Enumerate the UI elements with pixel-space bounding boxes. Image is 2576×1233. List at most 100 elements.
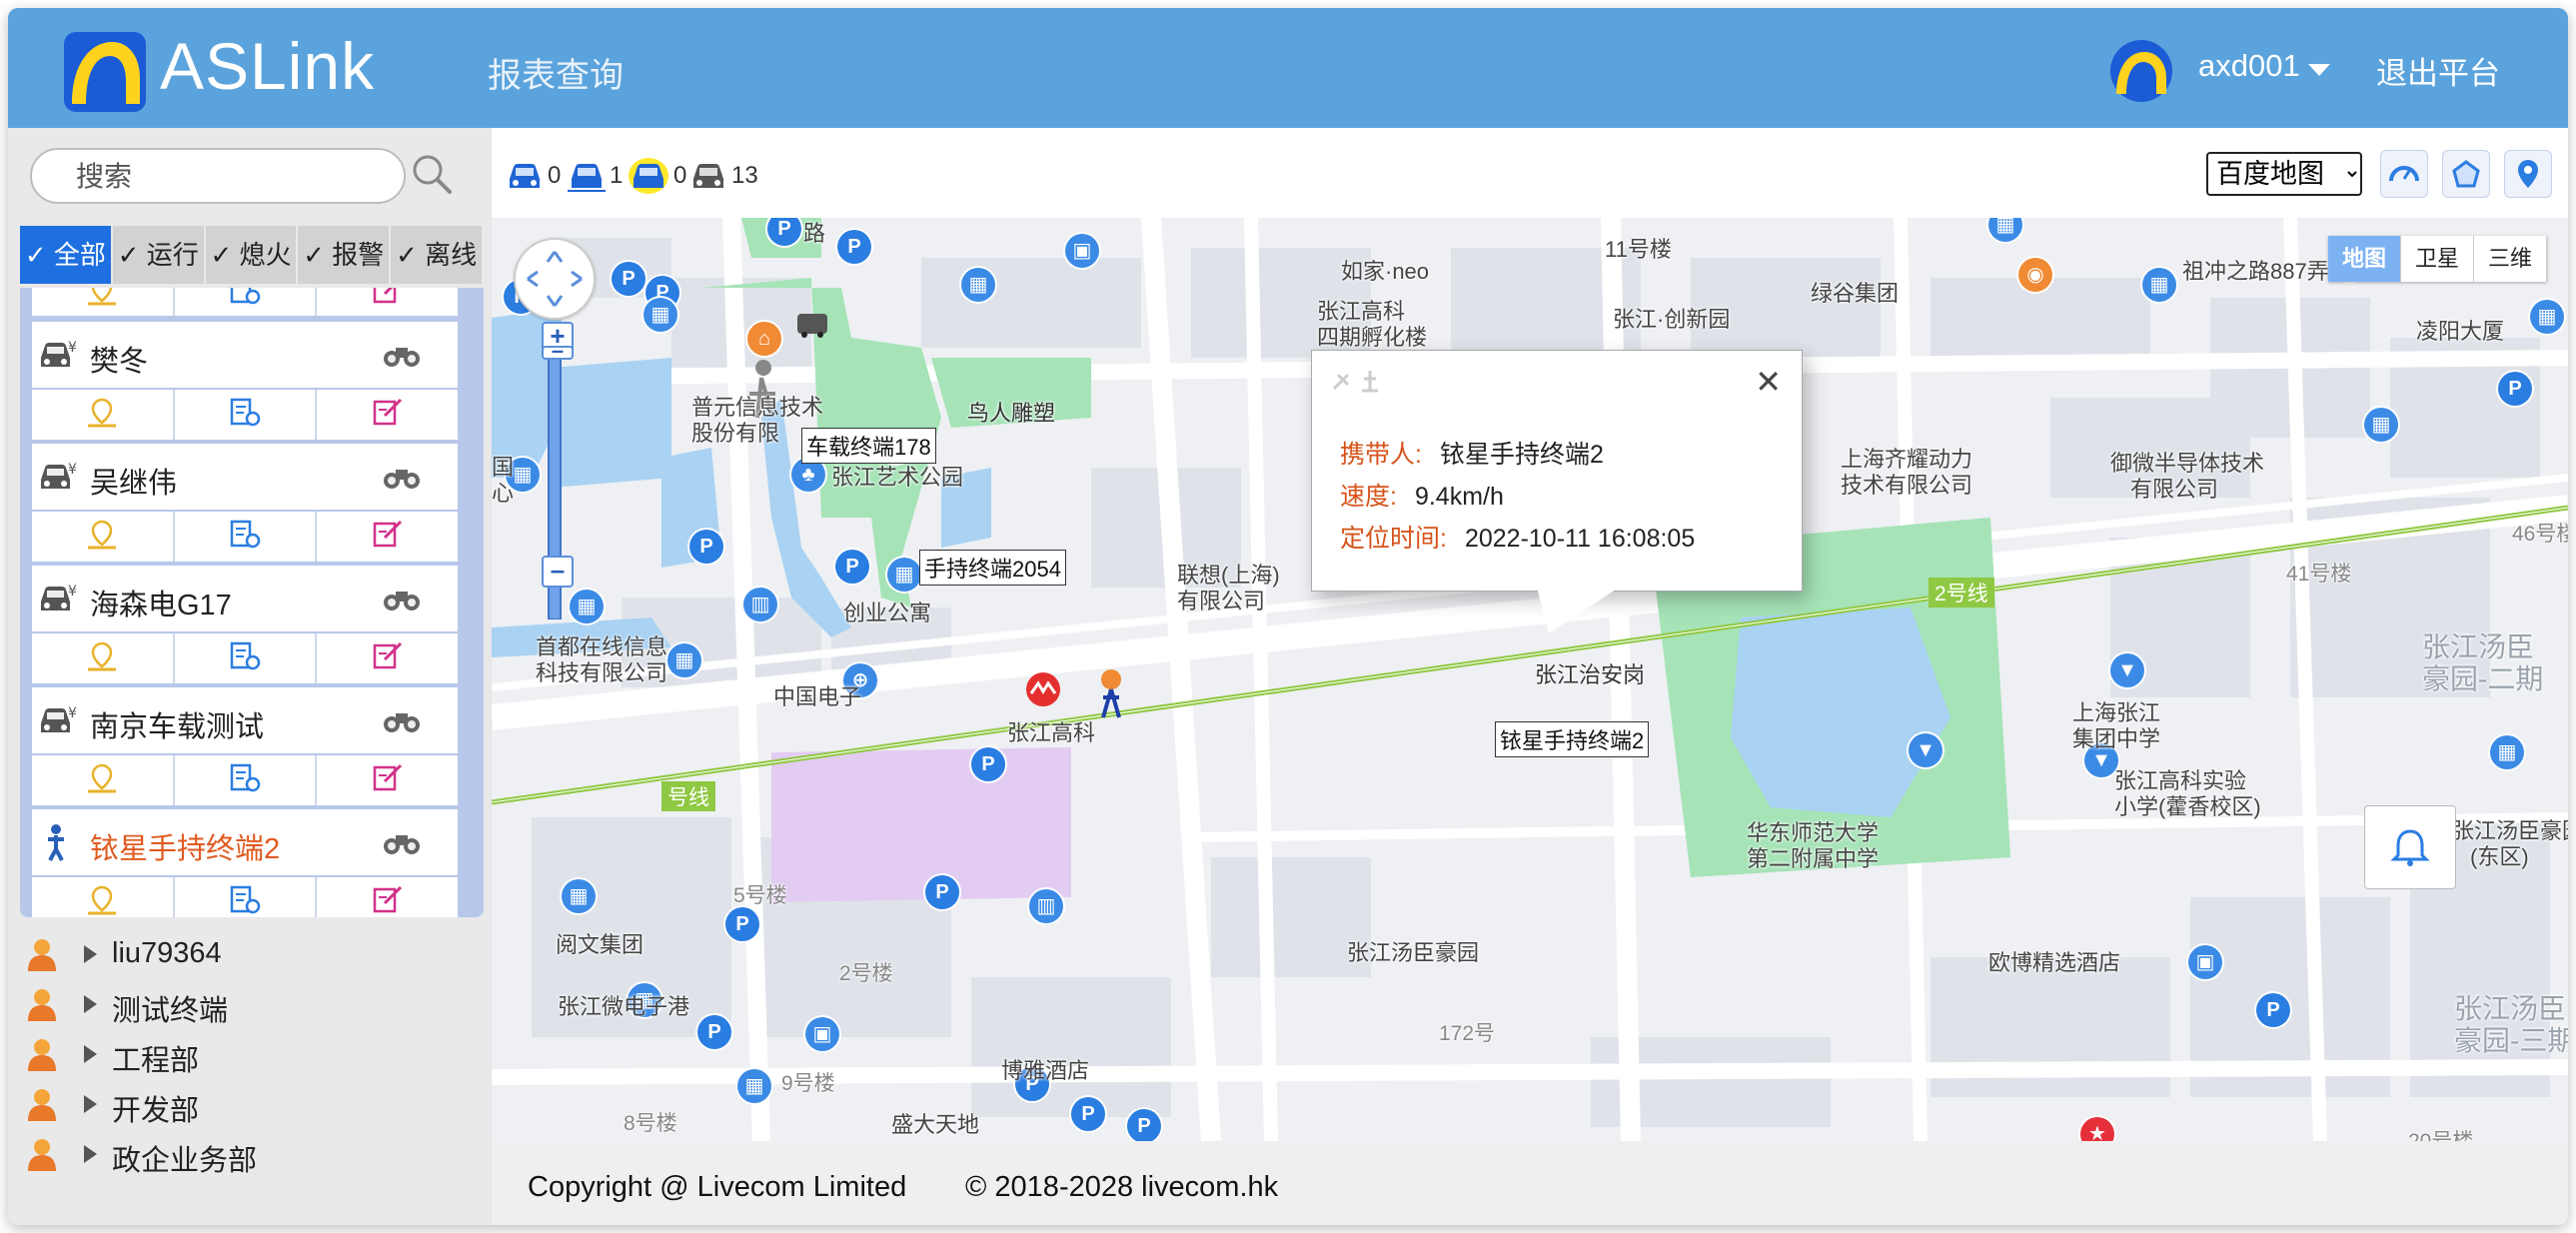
map-type-satellite[interactable]: 卫星	[2401, 236, 2474, 282]
search-icon[interactable]	[408, 150, 456, 198]
settings-action[interactable]	[175, 633, 318, 683]
notification-button[interactable]	[2364, 805, 2456, 889]
parking-icon[interactable]: P	[835, 550, 869, 584]
settings-action[interactable]	[175, 877, 318, 917]
device-row[interactable]: 铱星手持终端2	[32, 809, 458, 875]
edit-action[interactable]	[317, 633, 458, 683]
school-icon[interactable]: ▼	[2110, 653, 2144, 687]
zoom-out-button[interactable]: –	[542, 556, 574, 588]
parking-icon[interactable]: P	[612, 262, 645, 296]
locate-button[interactable]	[2504, 150, 2552, 198]
hotel-icon[interactable]: ▣	[805, 1017, 839, 1051]
hotel-icon[interactable]: ▣	[1065, 234, 1099, 268]
close-icon[interactable]: ✕	[1755, 363, 1782, 401]
svg-text:¥: ¥	[68, 584, 77, 600]
username-dropdown[interactable]: axd001	[2198, 48, 2300, 84]
device-row[interactable]: ¥ 南京车载测试	[32, 687, 458, 753]
company-icon[interactable]: ▦	[2364, 408, 2398, 442]
company-icon[interactable]: ▦	[887, 558, 921, 592]
filter-alarm[interactable]: ✓ 报警	[298, 226, 392, 284]
pan-control[interactable]	[514, 238, 596, 320]
edit-action[interactable]	[317, 755, 458, 805]
company-icon[interactable]: ▦	[644, 298, 677, 332]
edit-action[interactable]	[317, 390, 458, 440]
location-action[interactable]	[32, 390, 175, 440]
edit-action[interactable]	[317, 288, 458, 316]
map-label: (东区)	[2470, 844, 2529, 869]
parking-icon[interactable]: P	[1127, 1109, 1161, 1141]
settings-action[interactable]	[175, 390, 318, 440]
area-button[interactable]	[2442, 150, 2490, 198]
report-query-link[interactable]: 报表查询	[488, 48, 624, 97]
location-action[interactable]	[32, 755, 175, 805]
settings-action[interactable]	[175, 755, 318, 805]
count-running-vehicles[interactable]: 1	[568, 156, 623, 196]
expand-arrow-icon[interactable]	[84, 1145, 97, 1163]
map-provider-select[interactable]: 百度地图	[2206, 152, 2362, 196]
company-icon[interactable]: ▦	[570, 590, 604, 623]
zoom-handle[interactable]: –	[542, 340, 574, 362]
binoculars-icon[interactable]	[382, 707, 422, 733]
settings-action[interactable]	[175, 288, 318, 316]
count-engine-off-vehicles[interactable]: 0	[628, 156, 686, 196]
filter-all[interactable]: ✓ 全部	[20, 226, 113, 284]
search-input[interactable]	[74, 160, 378, 194]
count-offline-vehicles[interactable]: 13	[689, 156, 758, 196]
company-icon[interactable]: ▦	[961, 268, 995, 302]
device-row[interactable]: ¥ 吴继伟	[32, 444, 458, 510]
expand-arrow-icon[interactable]	[84, 995, 97, 1013]
user-avatar-icon[interactable]	[2110, 40, 2172, 102]
parking-icon[interactable]: P	[725, 907, 759, 941]
binoculars-icon[interactable]	[382, 342, 422, 368]
filter-engine-off[interactable]: ✓ 熄火	[205, 226, 299, 284]
food-icon[interactable]: ◉	[2018, 258, 2052, 292]
parking-icon[interactable]: P	[837, 230, 871, 264]
map-type-standard[interactable]: 地图	[2328, 236, 2401, 282]
company-icon[interactable]: ▦	[737, 1069, 771, 1103]
parking-icon[interactable]: P	[971, 747, 1005, 781]
hotel-icon[interactable]: ▣	[2188, 945, 2222, 979]
parking-icon[interactable]: P	[2256, 993, 2290, 1027]
device-row[interactable]: ¥ 海森电G17	[32, 566, 458, 631]
company-icon[interactable]: ▦	[2530, 300, 2564, 334]
company-icon[interactable]: ▥	[1029, 889, 1063, 923]
handheld-marker-label[interactable]: 手持终端2054	[919, 550, 1066, 586]
logout-link[interactable]: 退出平台	[2376, 48, 2500, 93]
edit-action[interactable]	[317, 877, 458, 917]
parking-icon[interactable]: P	[925, 875, 959, 909]
settings-action[interactable]	[175, 512, 318, 562]
company-icon[interactable]: ▦	[2490, 735, 2524, 769]
sculpture-icon[interactable]: ⌂	[747, 322, 781, 356]
binoculars-icon[interactable]	[382, 586, 422, 612]
binoculars-icon[interactable]	[382, 464, 422, 490]
parking-icon[interactable]: P	[2498, 372, 2532, 406]
binoculars-icon[interactable]	[382, 829, 422, 855]
expand-arrow-icon[interactable]	[84, 945, 97, 963]
map-type-3d[interactable]: 三维	[2474, 236, 2547, 282]
iridium-marker-label[interactable]: 铱星手持终端2	[1495, 721, 1650, 757]
company-icon[interactable]: ▦	[2142, 268, 2176, 302]
location-action[interactable]	[32, 288, 175, 316]
chevron-down-icon[interactable]	[2308, 64, 2330, 76]
parking-icon[interactable]: P	[689, 530, 723, 564]
filter-offline[interactable]: ✓ 离线	[391, 226, 484, 284]
expand-arrow-icon[interactable]	[84, 1095, 97, 1113]
device-row[interactable]: ¥ 樊冬	[32, 322, 458, 388]
location-action[interactable]	[32, 877, 175, 917]
parking-icon[interactable]: P	[1071, 1097, 1105, 1131]
school-icon[interactable]: ▼	[1909, 733, 1942, 767]
apartment-icon[interactable]: ▥	[743, 588, 777, 621]
company-icon[interactable]: ▦	[562, 879, 596, 913]
map-canvas[interactable]: P P P P P ⌂ ▦ ▦ ▣ ◉ ▦ ▦ ▦ ▦ P ▦ ▦ ♣ ♿ P …	[492, 218, 2568, 1141]
location-action[interactable]	[32, 633, 175, 683]
company-icon[interactable]: ▦	[667, 643, 701, 677]
expand-arrow-icon[interactable]	[84, 1045, 97, 1063]
edit-action[interactable]	[317, 512, 458, 562]
location-action[interactable]	[32, 512, 175, 562]
count-online-vehicles[interactable]: 0	[506, 156, 561, 196]
vehicle-marker-label[interactable]: 车载终端178	[801, 428, 936, 464]
map-label: 欧博精选酒店	[1988, 950, 2121, 975]
parking-icon[interactable]: P	[697, 1015, 731, 1049]
traffic-button[interactable]	[2380, 150, 2428, 198]
filter-running[interactable]: ✓ 运行	[112, 226, 206, 284]
